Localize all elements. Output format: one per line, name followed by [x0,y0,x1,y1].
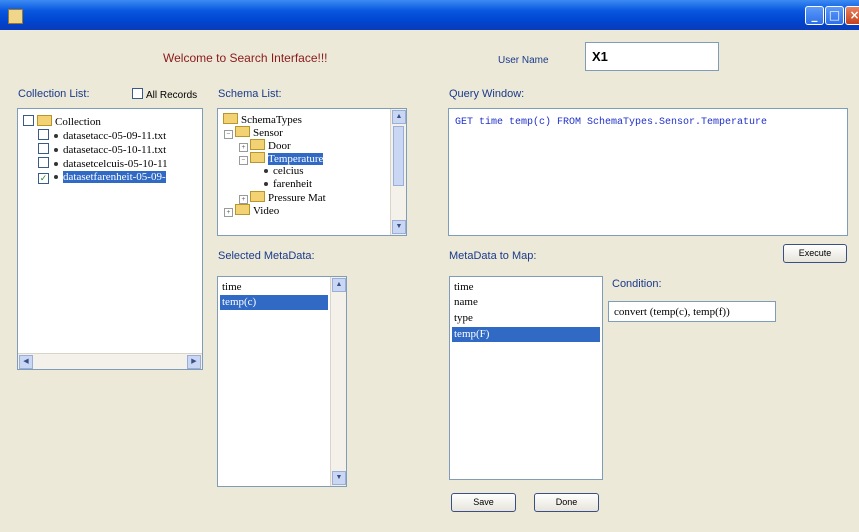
folder-icon [250,191,265,202]
tree-label: Video [253,205,280,217]
all-records-checkbox[interactable]: All Records [132,88,197,101]
tree-label: Sensor [253,127,283,139]
folder-open-icon [250,152,265,163]
tree-label: SchemaTypes [241,114,302,126]
expand-icon[interactable]: + [239,195,248,204]
minimize-button[interactable]: _ [805,6,824,25]
tree-item-celcius[interactable]: celcius [262,165,304,177]
condition-label: Condition: [612,278,662,290]
tree-label-selected: datasetfarenheit-05-09- [63,171,166,183]
user-name-input[interactable]: X1 [585,42,719,71]
query-text: GET time temp(c) FROM SchemaTypes.Sensor… [455,117,768,128]
tree-item-dataset[interactable]: datasetacc-05-10-11.txt [38,143,166,156]
expand-icon[interactable]: + [224,208,233,217]
checkbox[interactable] [38,157,49,168]
window-titlebar: _ □ × [0,0,859,30]
tree-label: datasetacc-05-09-11.txt [63,130,167,142]
condition-input[interactable]: convert (temp(c), temp(f)) [608,301,776,322]
bullet-icon [264,181,268,186]
checkbox-checked[interactable]: ✓ [38,173,49,184]
tree-item-temperature[interactable]: − Temperature [239,152,324,165]
expand-icon[interactable]: + [239,143,248,152]
user-name-label: User Name [498,55,549,66]
folder-open-icon [235,126,250,137]
scroll-right-icon[interactable]: ▶ [187,355,201,369]
welcome-text: Welcome to Search Interface!!! [163,51,328,65]
tree-item-farenheit[interactable]: farenheit [262,178,312,190]
tree-label: farenheit [273,178,313,190]
list-item[interactable]: time [220,280,328,295]
bullet-icon [54,133,58,138]
checkbox[interactable] [38,143,49,154]
bullet-icon [264,168,268,173]
scroll-down-icon[interactable]: ▼ [392,220,406,234]
tree-label: Pressure Mat [268,192,326,204]
bullet-icon [54,174,58,179]
vertical-scrollbar[interactable]: ▲ ▼ [390,109,406,235]
tree-item-dataset[interactable]: datasetacc-05-09-11.txt [38,129,166,142]
horizontal-scrollbar[interactable]: ◀ ▶ [18,353,202,369]
scroll-up-icon[interactable]: ▲ [392,110,406,124]
collapse-icon[interactable]: − [239,156,248,165]
checkbox[interactable] [23,115,34,126]
scroll-up-icon[interactable]: ▲ [332,278,346,292]
list-item[interactable]: time [452,280,600,295]
checkbox[interactable] [38,129,49,140]
tree-item-sensor[interactable]: − Sensor [224,126,283,139]
tree-label: celcius [273,165,304,177]
tree-item-pressure-mat[interactable]: + Pressure Mat [239,191,326,204]
scroll-left-icon[interactable]: ◀ [19,355,33,369]
list-item[interactable]: name [452,295,600,310]
tree-label: datasetacc-05-10-11.txt [63,144,167,156]
tree-item-door[interactable]: + Door [239,139,291,152]
folder-icon [235,204,250,215]
list-item-selected[interactable]: temp(F) [452,327,600,342]
condition-value: convert (temp(c), temp(f)) [614,306,730,318]
schema-tree[interactable]: SchemaTypes − Sensor + Door − Temperature c… [217,108,407,236]
all-records-box[interactable] [132,88,143,99]
collapse-icon[interactable]: − [224,130,233,139]
folder-icon [250,139,265,150]
query-textarea[interactable]: GET time temp(c) FROM SchemaTypes.Sensor… [448,108,848,236]
query-window-label: Query Window: [449,88,525,100]
list-item[interactable]: type [452,311,600,326]
execute-button[interactable]: Execute [783,244,847,263]
bullet-icon [54,147,58,152]
tree-label: Door [268,140,291,152]
save-button[interactable]: Save [451,493,516,512]
tree-label: datasetcelcuis-05-10-11 [63,158,168,170]
close-button[interactable]: × [845,6,859,25]
tree-item-collection-root[interactable]: Collection [23,115,101,128]
app-icon [8,9,23,24]
folder-icon [37,115,52,126]
tree-item-video[interactable]: + Video [224,204,279,217]
collection-tree[interactable]: Collection datasetacc-05-09-11.txt datas… [17,108,203,370]
tree-item-schematypes[interactable]: SchemaTypes [223,113,302,126]
scroll-thumb[interactable] [393,126,404,186]
list-item-selected[interactable]: temp(c) [220,295,328,310]
folder-open-icon [223,113,238,124]
selected-metadata-list[interactable]: time temp(c) ▲ ▼ [217,276,347,487]
schema-list-label: Schema List: [218,88,282,100]
all-records-label: All Records [146,90,198,101]
bullet-icon [54,161,58,166]
tree-item-dataset[interactable]: ✓ datasetfarenheit-05-09- [38,171,166,184]
user-name-value: X1 [592,49,608,64]
selected-metadata-label: Selected MetaData: [218,250,315,262]
scroll-down-icon[interactable]: ▼ [332,471,346,485]
vertical-scrollbar[interactable]: ▲ ▼ [330,277,346,486]
tree-item-dataset[interactable]: datasetcelcuis-05-10-11 [38,157,168,170]
done-button[interactable]: Done [534,493,599,512]
tree-label: Collection [55,116,101,128]
metadata-to-map-list[interactable]: time name type temp(F) [449,276,603,480]
maximize-button[interactable]: □ [825,6,844,25]
collection-list-label: Collection List: [18,88,90,100]
tree-label-selected: Temperature [268,153,324,165]
metadata-to-map-label: MetaData to Map: [449,250,537,262]
